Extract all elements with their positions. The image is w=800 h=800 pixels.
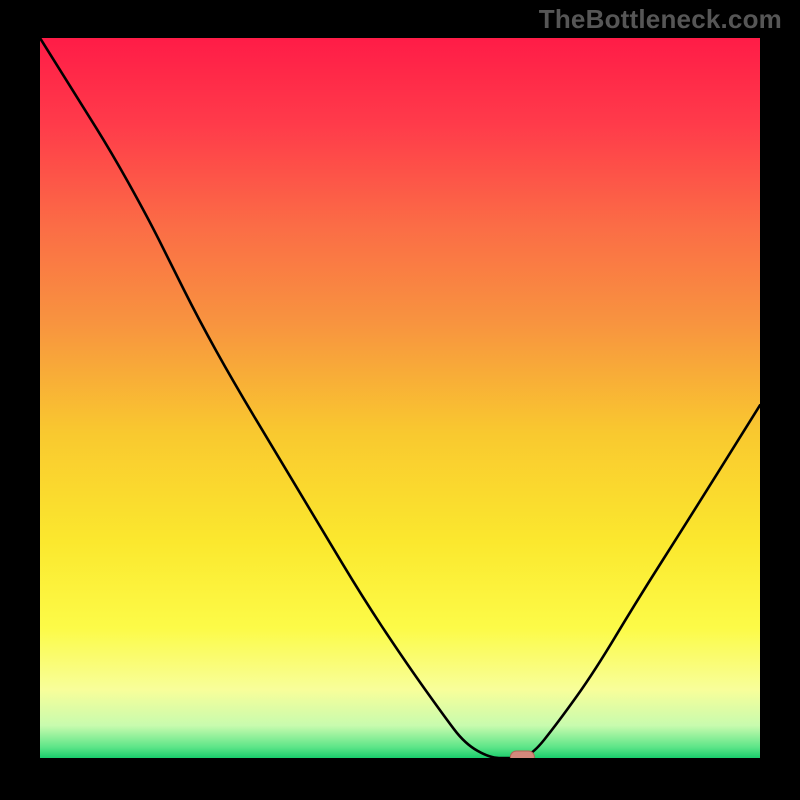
chart-background — [40, 38, 760, 758]
chart-frame: TheBottleneck.com — [0, 0, 800, 800]
plot-area — [40, 38, 760, 758]
optimal-marker — [510, 751, 534, 758]
chart-svg — [40, 38, 760, 758]
watermark-label: TheBottleneck.com — [539, 4, 782, 35]
